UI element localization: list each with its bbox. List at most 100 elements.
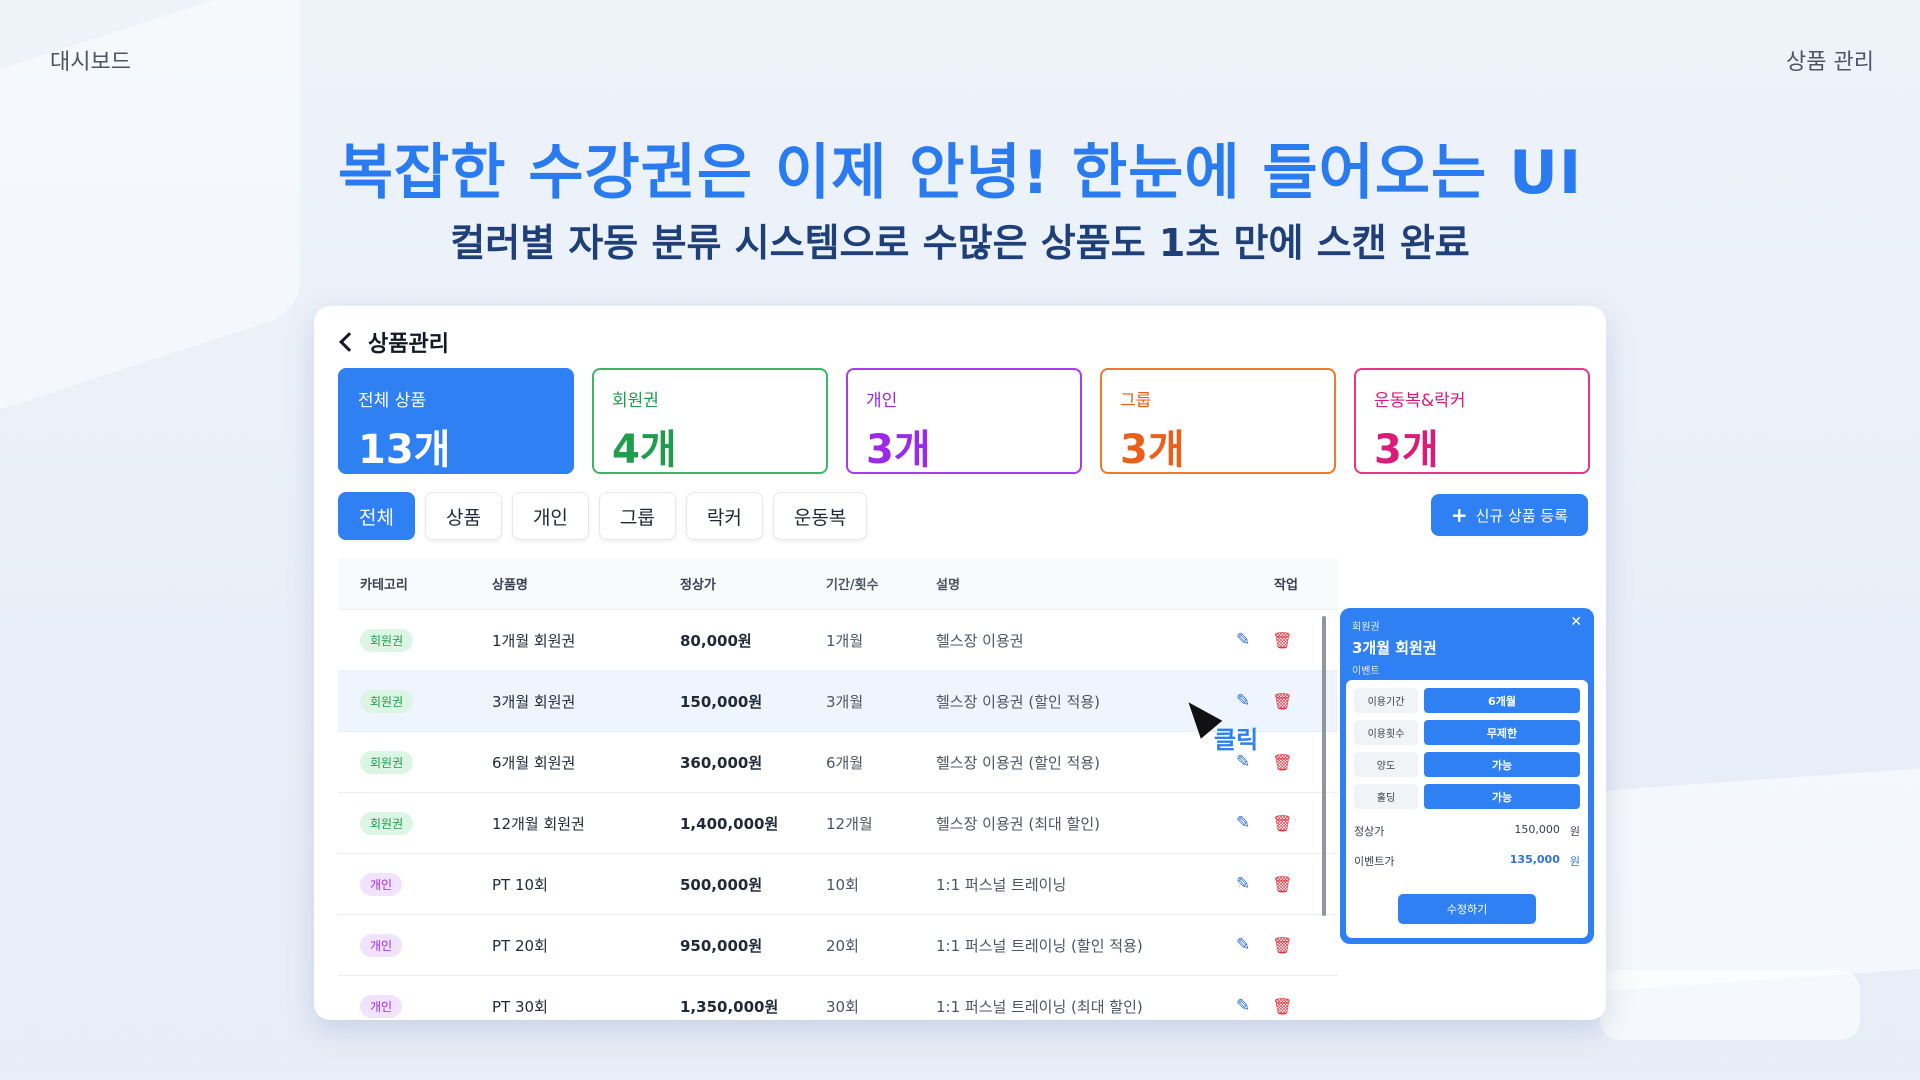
detail-product-name: 3개월 회원권 (1352, 639, 1437, 657)
category-badge: 회원권 (360, 628, 414, 652)
product-price: 950,000원 (680, 936, 763, 955)
detail-body: 이용기간 6개월 이용횟수 무제한 양도 가능 홀딩 가능 정상가 150,00… (1346, 680, 1588, 938)
product-management-panel: 상품관리 전체 상품 13개 회원권 4개 개인 3개 그룹 3개 운동복&락커… (314, 306, 1606, 1020)
add-product-button[interactable]: + 신규 상품 등록 (1430, 494, 1588, 536)
pencil-icon[interactable]: ✎ (1236, 874, 1250, 894)
table-row[interactable]: 개인 PT 30회 1,350,000원 30회 1:1 퍼스널 트레이닝 (최… (338, 976, 1338, 1020)
detail-category: 회원권 (1352, 622, 1380, 633)
category-badge: 회원권 (360, 750, 414, 774)
header-period: 기간/횟수 (826, 578, 879, 593)
product-name: PT 20회 (492, 936, 548, 955)
trash-icon[interactable]: 🗑 (1272, 814, 1292, 833)
product-name: PT 30회 (492, 997, 548, 1016)
card-value: 3개 (1374, 427, 1439, 473)
top-right-label: 상품 관리 (1786, 50, 1874, 75)
trash-icon[interactable]: 🗑 (1272, 997, 1292, 1016)
edit-button[interactable]: 수정하기 (1398, 894, 1536, 924)
page-title: 상품관리 (336, 326, 449, 358)
product-price: 80,000원 (680, 631, 752, 650)
product-name: 6개월 회원권 (492, 753, 576, 772)
table-row[interactable]: 개인 PT 20회 950,000원 20회 1:1 퍼스널 트레이닝 (할인 … (338, 915, 1338, 976)
filter-tab-apparel[interactable]: 운동복 (772, 492, 868, 540)
detail-option: 이용횟수 무제한 (1354, 720, 1580, 745)
card-value: 13개 (358, 427, 451, 473)
table-row[interactable]: 회원권 12개월 회원권 1,400,000원 12개월 헬스장 이용권 (최대… (338, 793, 1338, 854)
event-price-line: 이벤트가 135,000 원 (1354, 853, 1580, 869)
product-price: 360,000원 (680, 753, 763, 772)
currency-label: 원 (1569, 855, 1580, 868)
card-label: 운동복&락커 (1374, 391, 1466, 411)
product-period: 3개월 (826, 692, 864, 711)
trash-icon[interactable]: 🗑 (1272, 875, 1292, 894)
filter-tab-product[interactable]: 상품 (424, 492, 502, 540)
product-detail-popup: 회원권 3개월 회원권 이벤트 ✕ 이용기간 6개월 이용횟수 무제한 양도 가… (1340, 608, 1594, 944)
header-price: 정상가 (680, 578, 716, 593)
product-description: 1:1 퍼스널 트레이닝 (936, 875, 1067, 894)
hero-headline: 복잡한 수강권은 이제 안녕! 한눈에 들어오는 UI (337, 138, 1583, 208)
option-value[interactable]: 무제한 (1424, 720, 1580, 745)
category-badge: 개인 (360, 872, 403, 896)
filter-tab-personal[interactable]: 개인 (511, 492, 589, 540)
card-all-products[interactable]: 전체 상품 13개 (338, 368, 574, 474)
product-price: 150,000원 (680, 692, 763, 711)
card-apparel-locker[interactable]: 운동복&락커 3개 (1354, 368, 1590, 474)
category-badge: 개인 (360, 933, 403, 957)
card-label: 개인 (866, 391, 898, 411)
regular-price-value: 150,000 (1514, 823, 1560, 836)
card-membership[interactable]: 회원권 4개 (592, 368, 828, 474)
product-description: 헬스장 이용권 (936, 631, 1024, 650)
product-name: 12개월 회원권 (492, 814, 585, 833)
table-row[interactable]: 개인 PT 10회 500,000원 10회 1:1 퍼스널 트레이닝 ✎ 🗑 (338, 854, 1338, 915)
background-shape (1600, 970, 1860, 1040)
close-icon[interactable]: ✕ (1570, 614, 1582, 630)
card-label: 회원권 (612, 391, 659, 411)
option-key: 이용기간 (1354, 688, 1418, 713)
option-value[interactable]: 6개월 (1424, 688, 1580, 713)
product-price: 1,350,000원 (680, 997, 779, 1016)
pencil-icon[interactable]: ✎ (1236, 935, 1250, 955)
product-name: 3개월 회원권 (492, 692, 576, 711)
table-header: 카테고리 상품명 정상가 기간/횟수 설명 작업 (338, 558, 1338, 610)
option-value[interactable]: 가능 (1424, 784, 1580, 809)
option-key: 홀딩 (1354, 784, 1418, 809)
product-period: 12개월 (826, 814, 873, 833)
chevron-left-icon[interactable] (339, 332, 359, 352)
detail-tag: 이벤트 (1352, 666, 1380, 677)
filter-tab-group[interactable]: 그룹 (598, 492, 676, 540)
table-row[interactable]: 회원권 1개월 회원권 80,000원 1개월 헬스장 이용권 ✎ 🗑 (338, 610, 1338, 671)
header-name: 상품명 (492, 578, 528, 593)
product-period: 30회 (826, 997, 859, 1016)
trash-icon[interactable]: 🗑 (1272, 631, 1292, 650)
detail-option: 홀딩 가능 (1354, 784, 1580, 809)
product-description: 1:1 퍼스널 트레이닝 (최대 할인) (936, 997, 1143, 1016)
pencil-icon[interactable]: ✎ (1236, 691, 1250, 711)
pencil-icon[interactable]: ✎ (1236, 813, 1250, 833)
product-name: 1개월 회원권 (492, 631, 576, 650)
pencil-icon[interactable]: ✎ (1236, 752, 1250, 772)
card-group[interactable]: 그룹 3개 (1100, 368, 1336, 474)
category-badge: 회원권 (360, 689, 414, 713)
product-price: 500,000원 (680, 875, 763, 894)
category-badge: 개인 (360, 994, 403, 1018)
trash-icon[interactable]: 🗑 (1272, 936, 1292, 955)
option-key: 양도 (1354, 752, 1418, 777)
detail-option: 이용기간 6개월 (1354, 688, 1580, 713)
product-name: PT 10회 (492, 875, 548, 894)
trash-icon[interactable]: 🗑 (1272, 753, 1292, 772)
regular-price-line: 정상가 150,000 원 (1354, 823, 1580, 839)
header-category: 카테고리 (360, 578, 408, 593)
event-price-label: 이벤트가 (1354, 855, 1395, 868)
add-product-label: 신규 상품 등록 (1475, 506, 1568, 525)
card-personal[interactable]: 개인 3개 (846, 368, 1082, 474)
product-description: 1:1 퍼스널 트레이닝 (할인 적용) (936, 936, 1143, 955)
option-value[interactable]: 가능 (1424, 752, 1580, 777)
table-row[interactable]: 회원권 6개월 회원권 360,000원 6개월 헬스장 이용권 (할인 적용)… (338, 732, 1338, 793)
pencil-icon[interactable]: ✎ (1236, 996, 1250, 1016)
trash-icon[interactable]: 🗑 (1272, 692, 1292, 711)
currency-label: 원 (1569, 825, 1580, 838)
filter-tab-locker[interactable]: 락커 (685, 492, 763, 540)
click-label: 클릭 (1214, 726, 1259, 754)
table-scrollbar[interactable] (1322, 616, 1326, 916)
pencil-icon[interactable]: ✎ (1236, 630, 1250, 650)
filter-tab-all[interactable]: 전체 (338, 492, 415, 540)
